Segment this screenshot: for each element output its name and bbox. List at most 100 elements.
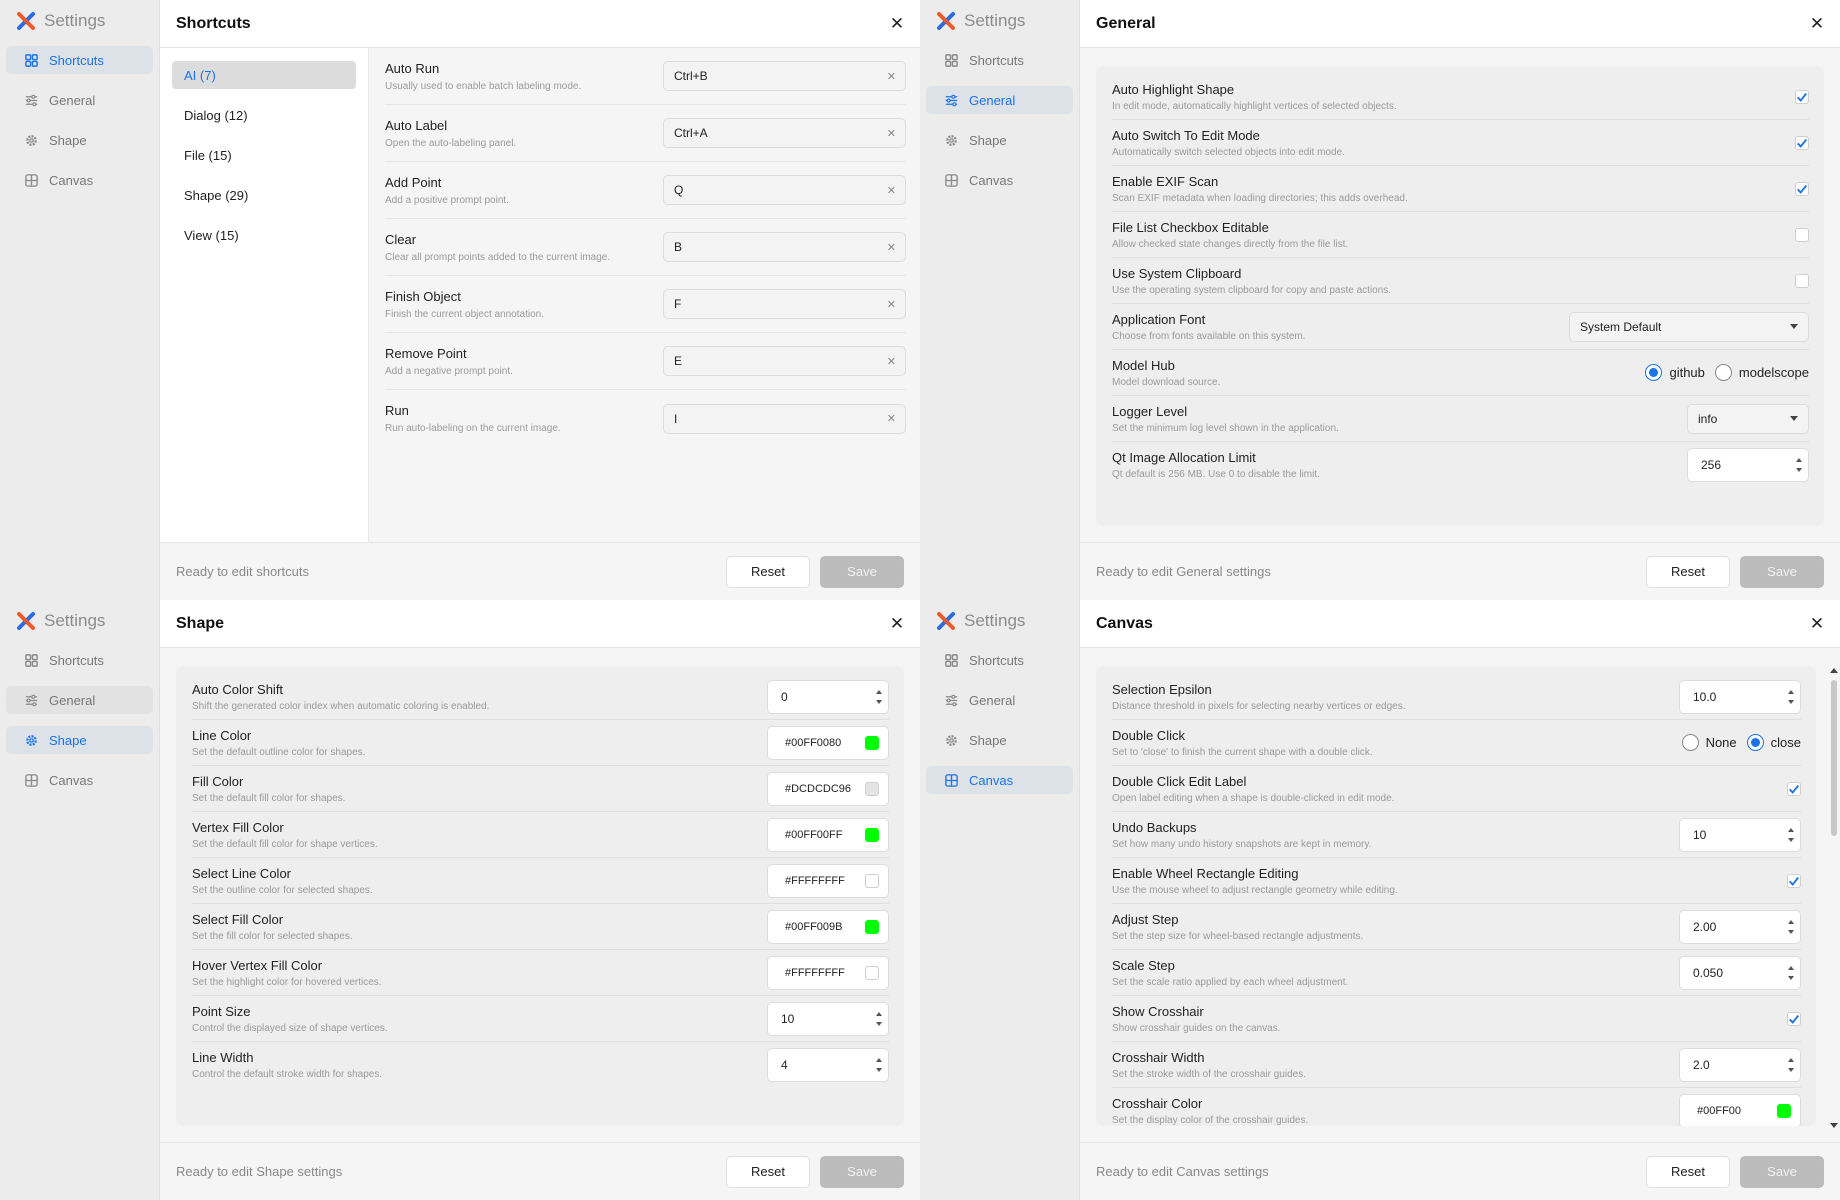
- nav-item-shortcuts[interactable]: Shortcuts: [926, 46, 1073, 74]
- color-picker[interactable]: #00FF00FF: [767, 817, 889, 852]
- nav-item-shortcuts[interactable]: Shortcuts: [926, 646, 1073, 674]
- nav-item-general[interactable]: General: [926, 86, 1073, 114]
- nav-item-shape[interactable]: Shape: [6, 126, 153, 154]
- undo-backups-spinbox[interactable]: 10: [1679, 817, 1801, 852]
- radio-modelscope[interactable]: modelscope: [1714, 364, 1809, 381]
- color-picker[interactable]: #FFFFFFFF: [767, 863, 889, 898]
- reset-button[interactable]: Reset: [726, 555, 810, 588]
- color-picker[interactable]: #00FF009B: [767, 909, 889, 944]
- scrollbar-thumb[interactable]: [1831, 680, 1837, 836]
- spin-up-icon[interactable]: [1796, 458, 1802, 462]
- spin-down-icon[interactable]: [876, 699, 882, 704]
- save-button[interactable]: Save: [820, 1155, 904, 1188]
- point-size-spinbox[interactable]: 10: [767, 1001, 889, 1036]
- nav-item-canvas[interactable]: Canvas: [6, 766, 153, 794]
- radio-button[interactable]: [1746, 734, 1764, 751]
- close-icon[interactable]: ✕: [888, 14, 906, 33]
- category-view[interactable]: View (15): [172, 221, 356, 249]
- clear-icon[interactable]: ✕: [887, 298, 896, 311]
- radio-close[interactable]: close: [1746, 734, 1801, 751]
- close-icon[interactable]: ✕: [888, 614, 906, 633]
- spin-up-icon[interactable]: [1788, 965, 1794, 970]
- radio-button[interactable]: [1681, 734, 1699, 751]
- checkbox[interactable]: [1795, 227, 1809, 242]
- category-ai[interactable]: AI (7): [172, 61, 356, 89]
- shortcut-key-input[interactable]: B ✕: [663, 232, 906, 262]
- scroll-up-icon[interactable]: [1830, 668, 1838, 673]
- spin-down-icon[interactable]: [1788, 699, 1794, 704]
- spin-down-icon[interactable]: [876, 1021, 882, 1026]
- reset-button[interactable]: Reset: [726, 1155, 810, 1188]
- font-select[interactable]: System Default: [1569, 311, 1809, 342]
- save-button[interactable]: Save: [1740, 1155, 1824, 1188]
- crosshair-width-spinbox[interactable]: 2.0: [1679, 1047, 1801, 1082]
- save-button[interactable]: Save: [1740, 555, 1824, 588]
- nav-item-general[interactable]: General: [6, 686, 153, 714]
- spin-up-icon[interactable]: [876, 1011, 882, 1016]
- nav-item-shape[interactable]: Shape: [6, 726, 153, 754]
- nav-item-shape[interactable]: Shape: [926, 726, 1073, 754]
- nav-item-shortcuts[interactable]: Shortcuts: [6, 646, 153, 674]
- spin-down-icon[interactable]: [876, 1068, 882, 1072]
- selection-epsilon-spinbox[interactable]: 10.0: [1679, 679, 1801, 714]
- scale-step-spinbox[interactable]: 0.050: [1679, 955, 1801, 990]
- scroll-down-icon[interactable]: [1830, 1123, 1838, 1128]
- nav-item-general[interactable]: General: [926, 686, 1073, 714]
- spin-up-icon[interactable]: [1788, 827, 1794, 832]
- checkbox[interactable]: [1795, 273, 1809, 288]
- clear-icon[interactable]: ✕: [887, 241, 896, 254]
- close-icon[interactable]: ✕: [1808, 614, 1826, 633]
- spin-down-icon[interactable]: [1788, 837, 1794, 842]
- color-picker[interactable]: #FFFFFFFF: [767, 955, 889, 990]
- reset-button[interactable]: Reset: [1646, 1155, 1730, 1188]
- spin-up-icon[interactable]: [876, 1058, 882, 1062]
- radio-button[interactable]: [1714, 364, 1732, 381]
- color-picker[interactable]: #00FF00: [1679, 1094, 1801, 1126]
- nav-item-canvas[interactable]: Canvas: [6, 166, 153, 194]
- checkbox[interactable]: [1787, 1011, 1801, 1026]
- scrollbar[interactable]: [1828, 666, 1840, 1130]
- spin-up-icon[interactable]: [1788, 919, 1794, 924]
- reset-button[interactable]: Reset: [1646, 555, 1730, 588]
- clear-icon[interactable]: ✕: [887, 127, 896, 140]
- shortcut-key-input[interactable]: I ✕: [663, 403, 906, 434]
- nav-item-shape[interactable]: Shape: [926, 126, 1073, 154]
- shortcut-key-input[interactable]: E ✕: [663, 346, 906, 376]
- adjust-step-spinbox[interactable]: 2.00: [1679, 909, 1801, 944]
- checkbox[interactable]: [1787, 781, 1801, 796]
- color-picker[interactable]: #DCDCDC96: [767, 771, 889, 806]
- shortcut-key-input[interactable]: F ✕: [663, 289, 906, 319]
- spin-down-icon[interactable]: [1788, 1067, 1794, 1072]
- radio-none[interactable]: None: [1681, 734, 1737, 751]
- nav-item-shortcuts[interactable]: Shortcuts: [6, 46, 153, 74]
- shortcut-key-input[interactable]: Ctrl+B ✕: [663, 61, 906, 91]
- line-width-spinbox[interactable]: 4: [767, 1048, 889, 1082]
- nav-item-general[interactable]: General: [6, 86, 153, 114]
- nav-item-canvas[interactable]: Canvas: [926, 766, 1073, 794]
- save-button[interactable]: Save: [820, 555, 904, 588]
- clear-icon[interactable]: ✕: [887, 412, 896, 425]
- clear-icon[interactable]: ✕: [887, 70, 896, 83]
- shortcut-key-input[interactable]: Q ✕: [663, 175, 906, 205]
- spin-down-icon[interactable]: [1796, 468, 1802, 472]
- spin-up-icon[interactable]: [1788, 1057, 1794, 1062]
- auto-color-shift-spinbox[interactable]: 0: [767, 679, 889, 714]
- spin-down-icon[interactable]: [1788, 975, 1794, 980]
- category-file[interactable]: File (15): [172, 141, 356, 169]
- logger-level-select[interactable]: info: [1687, 403, 1809, 434]
- clear-icon[interactable]: ✕: [887, 184, 896, 197]
- spin-down-icon[interactable]: [1788, 929, 1794, 934]
- spin-up-icon[interactable]: [876, 689, 882, 694]
- checkbox[interactable]: [1795, 89, 1809, 104]
- nav-item-canvas[interactable]: Canvas: [926, 166, 1073, 194]
- radio-button[interactable]: [1645, 364, 1663, 381]
- clear-icon[interactable]: ✕: [887, 355, 896, 368]
- radio-github[interactable]: github: [1645, 364, 1705, 381]
- allocation-limit-spinbox[interactable]: 256: [1687, 448, 1809, 482]
- close-icon[interactable]: ✕: [1808, 14, 1826, 33]
- spin-up-icon[interactable]: [1788, 689, 1794, 694]
- category-shape[interactable]: Shape (29): [172, 181, 356, 209]
- category-dialog[interactable]: Dialog (12): [172, 101, 356, 129]
- checkbox[interactable]: [1795, 181, 1809, 196]
- checkbox[interactable]: [1787, 873, 1801, 888]
